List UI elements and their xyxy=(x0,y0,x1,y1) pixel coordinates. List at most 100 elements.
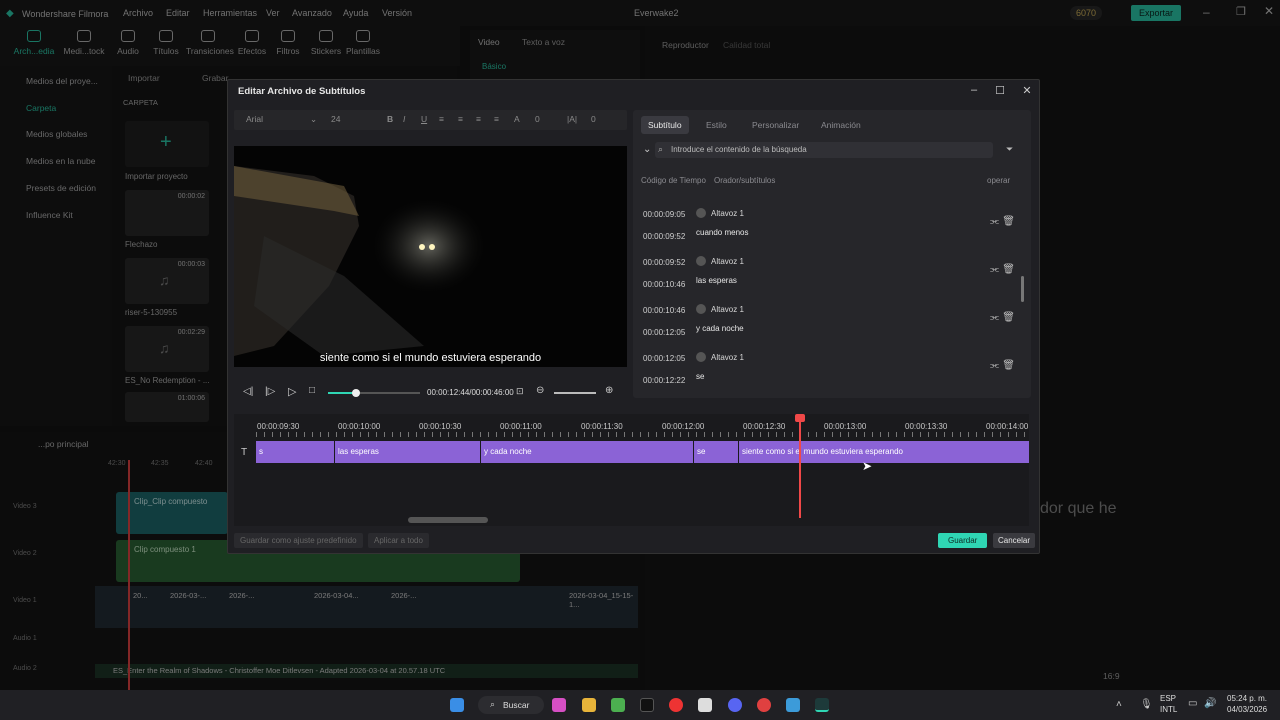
split-icon[interactable]: ⫘ xyxy=(990,264,999,275)
subtitle-row[interactable]: 00:00:09:05 00:00:09:52 Altavoz 1 cuando… xyxy=(635,204,1023,252)
speaker-select[interactable]: Altavoz 1 xyxy=(696,208,744,218)
speaker-select[interactable]: Altavoz 1 xyxy=(696,256,744,266)
capcut-icon[interactable] xyxy=(698,698,712,712)
align-center-icon[interactable]: ≡ xyxy=(458,114,463,124)
subtitle-text[interactable]: cuando menos xyxy=(696,228,748,237)
line-height-icon[interactable]: |A| xyxy=(567,114,577,124)
microphone-icon[interactable]: 🎙 xyxy=(1140,699,1153,710)
taskbar-search[interactable]: ⌕ Buscar xyxy=(478,696,544,714)
ruler-tick: 00:00:10:00 xyxy=(338,422,381,431)
dialog-maximize-icon[interactable]: ☐ xyxy=(992,84,1008,97)
clock-time[interactable]: 05:24 p. m. xyxy=(1227,694,1267,703)
opera-icon[interactable] xyxy=(669,698,683,712)
subtitle-timeline: 00:00:09:30 00:00:10:00 00:00:10:30 00:0… xyxy=(234,414,1029,526)
ruler-tick: 00:00:12:00 xyxy=(662,422,705,431)
speaker-select[interactable]: Altavoz 1 xyxy=(696,304,744,314)
line-height-input[interactable]: 0 xyxy=(591,114,596,124)
tab-customize[interactable]: Personalizar xyxy=(745,116,806,134)
ruler-tick: 00:00:10:30 xyxy=(419,422,462,431)
align-justify-icon[interactable]: ≡ xyxy=(494,114,499,124)
network-icon[interactable]: ▭ xyxy=(1188,698,1197,709)
cancel-button[interactable]: Cancelar xyxy=(993,533,1036,548)
next-frame-icon[interactable]: |▷ xyxy=(265,386,275,397)
preview-subtitle[interactable]: siente como si el mundo estuviera espera… xyxy=(234,352,627,364)
language-code[interactable]: ESP xyxy=(1160,694,1176,703)
volume-icon[interactable]: 🔊 xyxy=(1204,698,1216,709)
tab-style[interactable]: Estilo xyxy=(699,116,734,134)
search-icon: ⌕ xyxy=(490,699,496,709)
split-icon[interactable]: ⫘ xyxy=(990,312,999,323)
prev-frame-icon[interactable]: ◁| xyxy=(243,386,253,397)
zoom-slider[interactable] xyxy=(554,392,596,394)
player-controls: ◁| |▷ ▷ □ 00:00:12:44/00:00:46:00 ⊡ ⊖ ⊕ xyxy=(234,380,627,406)
filter-icon[interactable]: ⏷ xyxy=(1006,144,1013,155)
trash-icon[interactable]: 🗑 xyxy=(1002,264,1015,275)
search-input[interactable]: ⌕ Introduce el contenido de la búsqueda xyxy=(655,142,993,158)
ruler-ticks xyxy=(256,432,1029,437)
fit-icon[interactable]: ⊡ xyxy=(516,386,524,397)
collapse-chevron-icon[interactable]: ⌄ xyxy=(643,144,651,155)
zoom-out-icon[interactable]: ⊖ xyxy=(536,385,544,396)
format-toolbar: Arial ⌄ 24 B I U ≡ ≡ ≡ ≡ A 0 |A| 0 xyxy=(234,110,627,130)
italic-icon[interactable]: I xyxy=(403,114,405,124)
subtitle-text[interactable]: se xyxy=(696,372,704,381)
progress-track[interactable] xyxy=(328,392,420,394)
subtitle-clip[interactable]: siente como si el mundo estuviera espera… xyxy=(739,441,1029,463)
speaker-select[interactable]: Altavoz 1 xyxy=(696,352,744,362)
col-header-speaker: Orador/subtítulos xyxy=(714,176,776,185)
trash-icon[interactable]: 🗑 xyxy=(1002,216,1015,227)
chevron-up-icon[interactable]: ˄ xyxy=(1116,699,1122,710)
discord-icon[interactable] xyxy=(728,698,742,712)
save-preset-button[interactable]: Guardar como ajuste predefinido xyxy=(234,533,363,548)
strikethrough-icon[interactable]: A xyxy=(514,114,520,124)
notepad-icon[interactable] xyxy=(786,698,800,712)
subtitle-clip[interactable]: s xyxy=(256,441,334,463)
list-scrollbar[interactable] xyxy=(1021,276,1024,302)
tab-subtitle[interactable]: Subtítulo xyxy=(641,116,689,134)
tiktok-icon[interactable] xyxy=(640,698,654,712)
underline-icon[interactable]: U xyxy=(421,114,427,124)
font-select-chevron-icon[interactable]: ⌄ xyxy=(310,114,317,125)
dialog-close-icon[interactable]: ✕ xyxy=(1019,84,1035,97)
subtitle-text[interactable]: y cada noche xyxy=(696,324,744,333)
subtitle-clip[interactable]: las esperas xyxy=(335,441,480,463)
subtitle-clip[interactable]: y cada noche xyxy=(481,441,693,463)
subtitle-row[interactable]: 00:00:12:05 00:00:12:22 Altavoz 1 se ⫘ 🗑 xyxy=(635,348,1023,396)
align-left-icon[interactable]: ≡ xyxy=(439,114,444,124)
file-explorer-icon[interactable] xyxy=(582,698,596,712)
play-icon[interactable]: ▷ xyxy=(288,385,296,398)
tab-animation[interactable]: Animación xyxy=(814,116,868,134)
search-placeholder: Introduce el contenido de la búsqueda xyxy=(671,145,807,154)
subtitle-row[interactable]: 00:00:09:52 00:00:10:46 Altavoz 1 las es… xyxy=(635,252,1023,300)
align-right-icon[interactable]: ≡ xyxy=(476,114,481,124)
subtitle-clip[interactable]: se xyxy=(694,441,738,463)
timeline-scrollbar[interactable] xyxy=(408,517,488,523)
subtitle-row[interactable]: 00:00:10:46 00:00:12:05 Altavoz 1 y cada… xyxy=(635,300,1023,348)
font-select[interactable]: Arial xyxy=(246,114,263,124)
filmora-taskbar-icon[interactable] xyxy=(815,698,829,712)
spacing-input[interactable]: 0 xyxy=(535,114,540,124)
ruler-tick: 00:00:14:00 xyxy=(986,422,1029,431)
zoom-in-icon[interactable]: ⊕ xyxy=(605,385,613,396)
windows-start-icon[interactable] xyxy=(450,698,464,712)
minecraft-icon[interactable] xyxy=(611,698,625,712)
bold-icon[interactable]: B xyxy=(387,114,393,124)
size-select[interactable]: 24 xyxy=(331,114,340,124)
keyboard-layout[interactable]: INTL xyxy=(1160,705,1177,714)
save-button[interactable]: Guardar xyxy=(938,533,988,548)
trash-icon[interactable]: 🗑 xyxy=(1002,360,1015,371)
trash-icon[interactable]: 🗑 xyxy=(1002,312,1015,323)
clock-date[interactable]: 04/03/2026 xyxy=(1227,705,1267,714)
split-icon[interactable]: ⫘ xyxy=(990,216,999,227)
subtitle-text[interactable]: las esperas xyxy=(696,276,737,285)
apply-all-button[interactable]: Aplicar a todo xyxy=(368,533,429,548)
playhead[interactable] xyxy=(799,414,801,518)
video-preview: siente como si el mundo estuviera espera… xyxy=(234,146,627,367)
progress-handle[interactable] xyxy=(352,389,360,397)
copilot-icon[interactable] xyxy=(552,698,566,712)
chrome-icon[interactable] xyxy=(757,698,771,712)
split-icon[interactable]: ⫘ xyxy=(990,360,999,371)
stop-icon[interactable]: □ xyxy=(309,385,315,396)
dialog-minimize-icon[interactable]: – xyxy=(966,84,982,96)
preview-frame xyxy=(234,146,627,367)
